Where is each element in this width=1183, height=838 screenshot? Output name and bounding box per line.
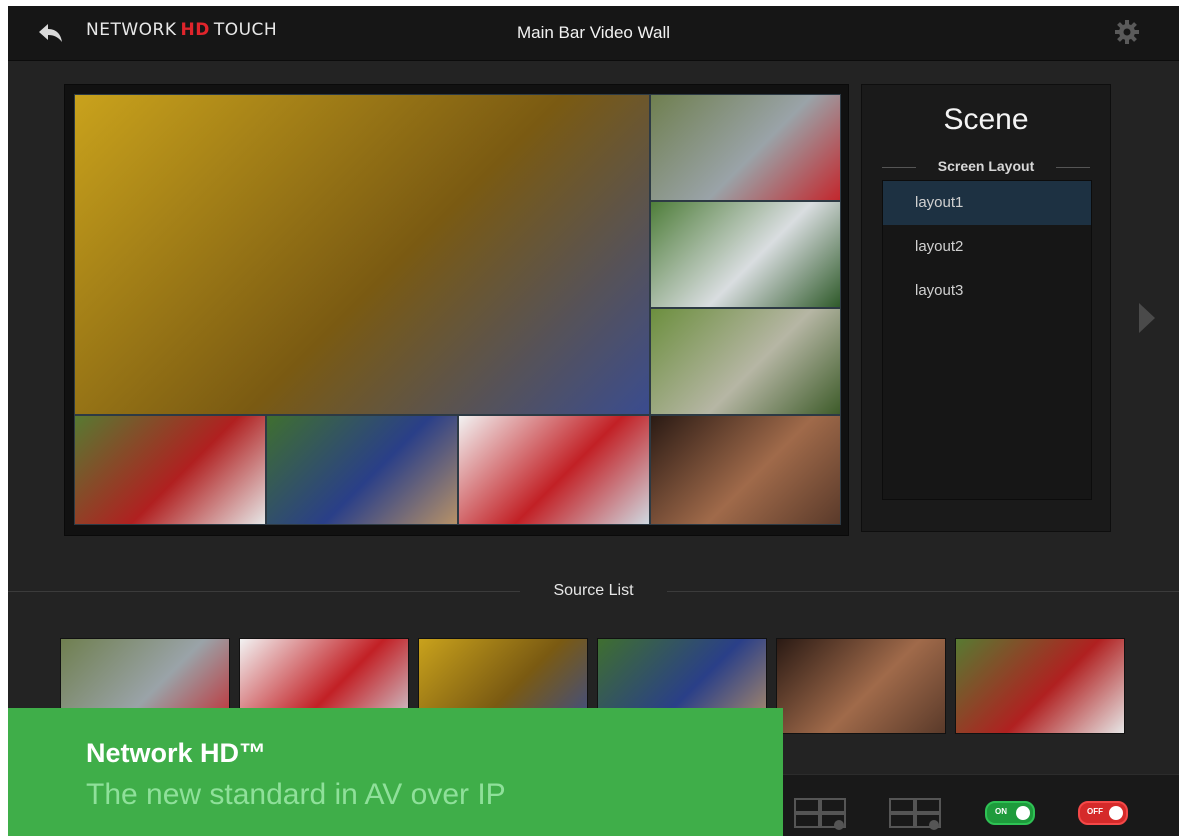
scene-title: Scene (943, 103, 1029, 136)
chevron-right-icon[interactable] (1136, 298, 1158, 338)
layout-list: layout1 layout2 layout3 (882, 180, 1092, 500)
video-wall-panel (64, 84, 849, 536)
layout-item-2[interactable]: layout2 (883, 225, 1091, 269)
video-tile-baseball[interactable] (266, 415, 458, 525)
back-arrow-icon[interactable] (36, 18, 66, 48)
off-label: OFF (1087, 807, 1103, 816)
video-tile-boxing[interactable] (650, 415, 841, 525)
logo-text-right: TOUCH (213, 20, 278, 40)
video-tile-basketball[interactable] (74, 94, 650, 415)
toggle-knob (1109, 806, 1123, 820)
power-off-toggle[interactable]: OFF (1078, 801, 1128, 825)
logo-text-left: NETWORK (86, 20, 177, 40)
video-tile-auto-racing[interactable] (650, 94, 841, 201)
source-thumb-football[interactable] (955, 638, 1125, 734)
video-tile-hockey[interactable] (458, 415, 650, 525)
video-wall (74, 94, 841, 525)
power-on-toggle[interactable]: ON (985, 801, 1035, 825)
layout-grid-icon[interactable] (793, 797, 847, 831)
layout-info-icon[interactable] (888, 797, 942, 831)
banner-subtitle: The new standard in AV over IP (86, 778, 506, 811)
logo-text-hd: HD (180, 20, 210, 40)
scene-panel: Scene Screen Layout layout1 layout2 layo… (861, 84, 1111, 532)
screen-layout-heading: Screen Layout (882, 158, 1090, 174)
source-list-heading: Source List (8, 582, 1179, 600)
gear-icon[interactable] (1113, 18, 1141, 46)
on-label: ON (995, 807, 1007, 816)
layout-item-1[interactable]: layout1 (883, 181, 1091, 225)
app-screen: NETWORK HD TOUCH Main Bar Video Wall Sce… (8, 6, 1179, 836)
promo-banner: Network HD™ The new standard in AV over … (8, 708, 783, 836)
video-tile-football[interactable] (74, 415, 266, 525)
video-tile-golf[interactable] (650, 308, 841, 415)
network-hd-touch-logo: NETWORK HD TOUCH (86, 20, 277, 40)
top-bar: NETWORK HD TOUCH Main Bar Video Wall (8, 6, 1179, 61)
toggle-knob (1016, 806, 1030, 820)
video-tile-soccer[interactable] (650, 201, 841, 308)
source-thumb-boxing[interactable] (776, 638, 946, 734)
app-frame: NETWORK HD TOUCH Main Bar Video Wall Sce… (0, 0, 1183, 838)
layout-item-3[interactable]: layout3 (883, 269, 1091, 313)
banner-title: Network HD™ (86, 738, 267, 768)
